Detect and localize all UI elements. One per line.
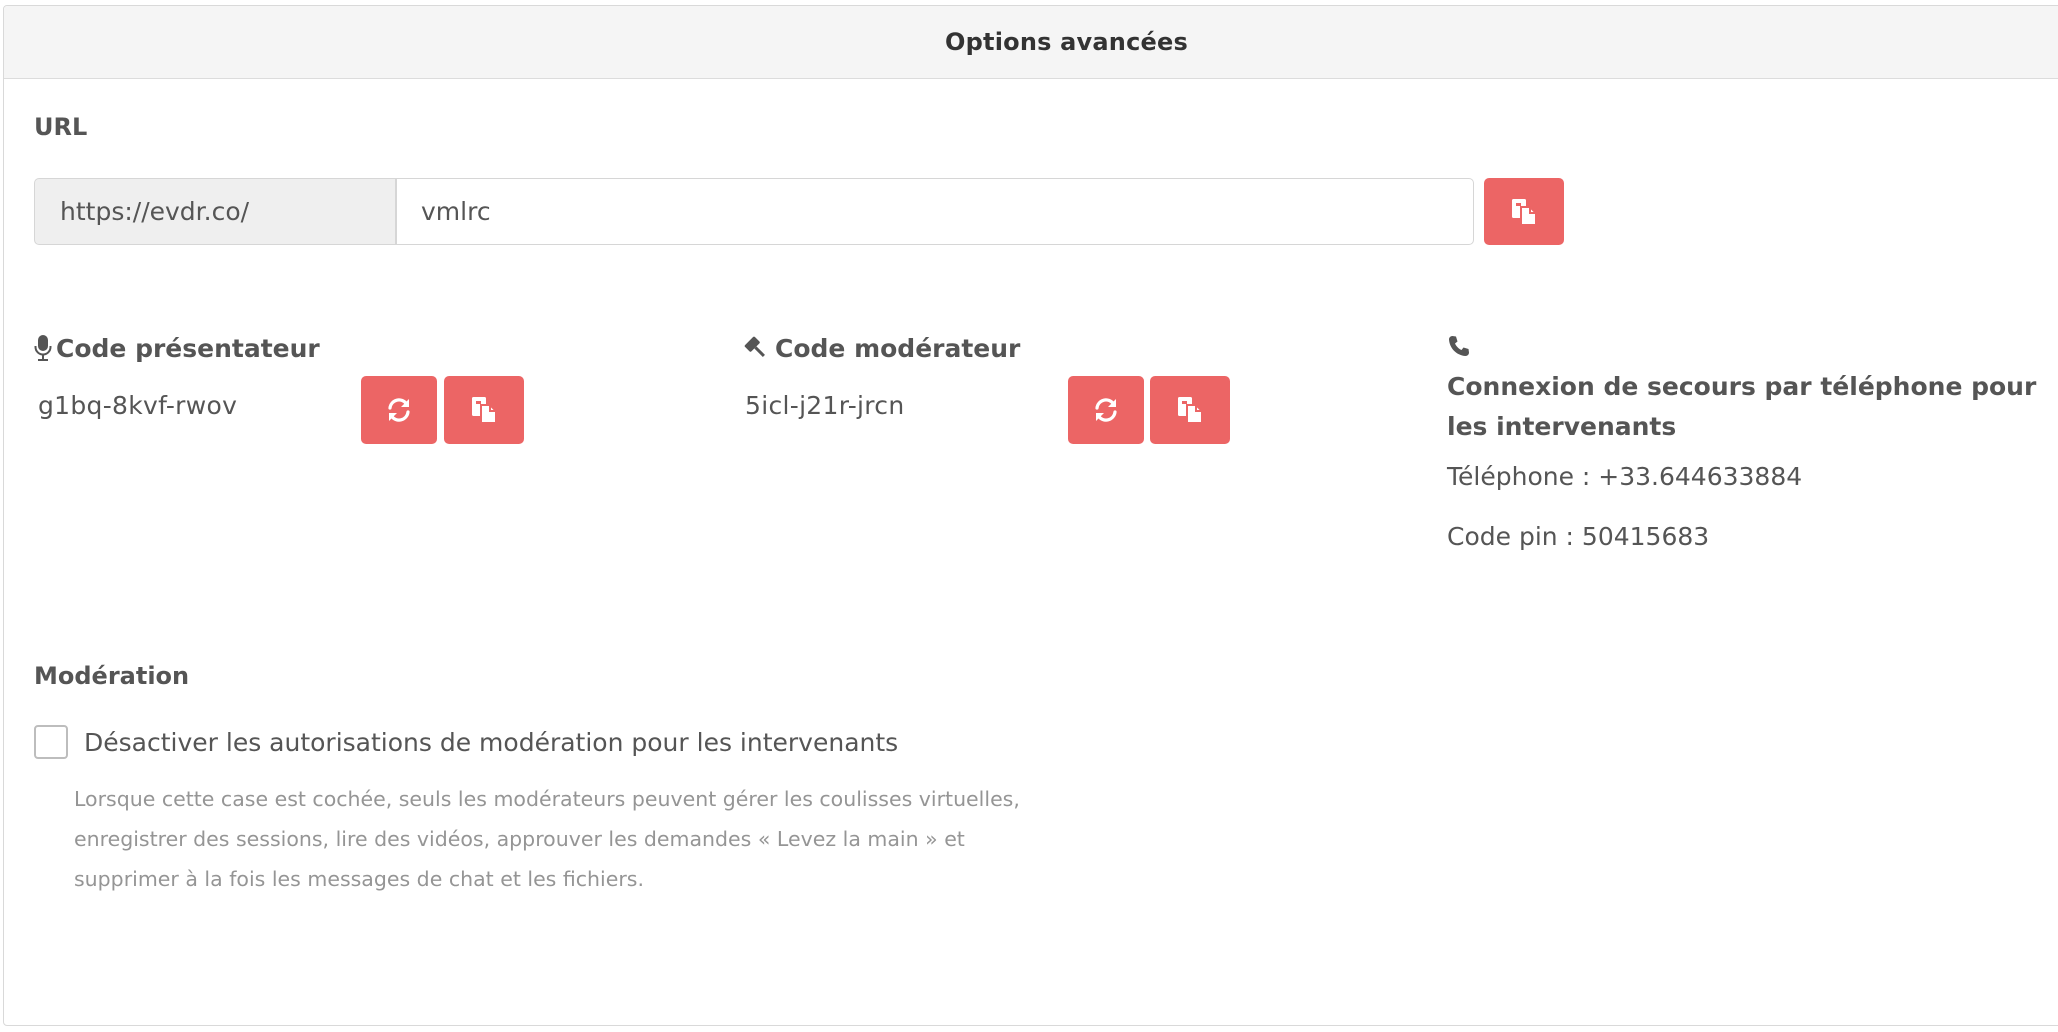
moderation-label: Modération <box>34 662 190 690</box>
moderation-help-text: Lorsque cette case est cochée, seuls les… <box>74 787 1020 891</box>
disable-moderation-label[interactable]: Désactiver les autorisations de modérati… <box>84 728 898 757</box>
moderator-code-value: 5icl-j21r-jrcn <box>745 391 905 420</box>
copy-icon <box>1178 397 1203 424</box>
presenter-code-label: Code présentateur <box>34 330 320 366</box>
gavel-icon <box>744 336 765 357</box>
phone-pin: Code pin : 50415683 <box>1447 522 1710 551</box>
panel-title: Options avancées <box>945 28 1188 56</box>
regenerate-presenter-code-button[interactable] <box>361 376 437 444</box>
phone-number: Téléphone : +33.644633884 <box>1447 462 1803 491</box>
url-prefix: https://evdr.co/ <box>34 178 396 245</box>
moderator-code-label: Code modérateur <box>741 330 1020 366</box>
regenerate-moderator-code-button[interactable] <box>1068 376 1144 444</box>
phone-fallback-title: Connexion de secours par téléphone pour … <box>1447 372 2037 441</box>
panel-header: Options avancées <box>4 6 2058 79</box>
copy-presenter-code-button[interactable] <box>444 376 524 444</box>
refresh-icon <box>1095 398 1117 422</box>
copy-icon <box>1512 198 1537 226</box>
copy-icon <box>472 397 497 424</box>
copy-moderator-code-button[interactable] <box>1150 376 1230 444</box>
phone-icon <box>1449 336 1469 356</box>
url-slug-input[interactable] <box>396 178 1474 245</box>
moderator-code-label-text: Code modérateur <box>775 333 1021 363</box>
presenter-code-label-text: Code présentateur <box>56 333 320 363</box>
url-label: URL <box>34 113 88 141</box>
refresh-icon <box>388 398 410 422</box>
disable-moderation-checkbox[interactable] <box>34 725 68 759</box>
presenter-code-value: g1bq-8kvf-rwov <box>38 391 238 420</box>
microphone-icon <box>34 335 52 361</box>
copy-url-button[interactable] <box>1484 178 1564 245</box>
